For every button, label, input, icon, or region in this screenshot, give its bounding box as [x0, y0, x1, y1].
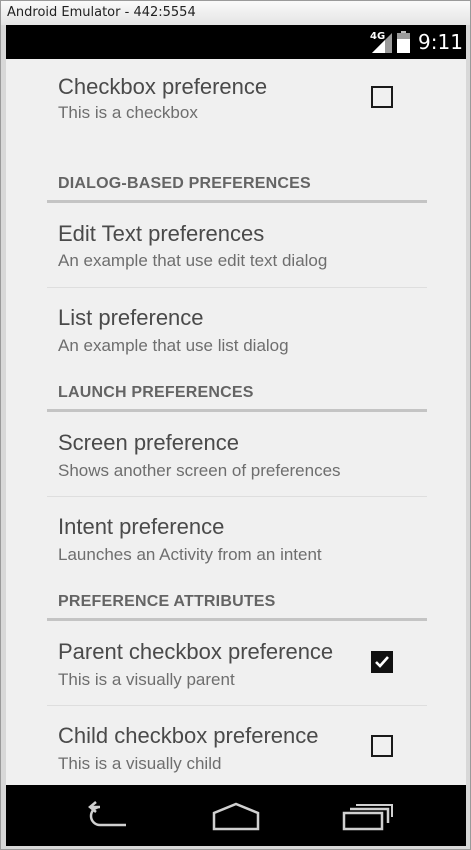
parent-checkbox-preference-title: Parent checkbox preference — [58, 639, 334, 664]
list-preference[interactable]: List preference An example that use list… — [47, 288, 427, 372]
window-title-bar[interactable]: Android Emulator - 442:5554 — [1, 1, 470, 25]
category-launch: LAUNCH PREFERENCES — [58, 384, 254, 401]
navigation-bar — [6, 785, 466, 846]
child-checkbox-preference-summary: This is a visually child — [58, 754, 222, 773]
intent-preference-title: Intent preference — [58, 514, 225, 539]
window-title: Android Emulator - 442:5554 — [7, 5, 196, 20]
status-bar: 4G 9:11 — [6, 25, 466, 59]
category-dialog-based: DIALOG-BASED PREFERENCES — [58, 175, 311, 192]
screen-preference[interactable]: Screen preference Shows another screen o… — [47, 412, 427, 496]
checkbox-preference[interactable]: Checkbox preference This is a checkbox — [47, 59, 427, 149]
home-icon[interactable] — [206, 799, 266, 833]
list-preference-summary: An example that use list dialog — [58, 336, 289, 355]
list-preference-title: List preference — [58, 305, 204, 330]
status-clock: 9:11 — [418, 30, 463, 54]
checkbox-preference-checkbox[interactable] — [371, 86, 393, 108]
parent-checkbox-preference-checkbox[interactable] — [371, 651, 393, 673]
signal-icon — [372, 33, 392, 53]
emulator-window: Android Emulator - 442:5554 4G 9:11 Chec… — [0, 0, 471, 850]
back-icon[interactable] — [78, 799, 138, 833]
parent-checkbox-preference-summary: This is a visually parent — [58, 670, 235, 689]
child-checkbox-preference[interactable]: Child checkbox preference This is a visu… — [47, 706, 427, 785]
edit-text-preference-title: Edit Text preferences — [58, 221, 265, 246]
device-screen: 4G 9:11 Checkbox preference This is a ch… — [6, 25, 466, 846]
screen-preference-title: Screen preference — [58, 430, 239, 455]
battery-icon — [397, 31, 410, 53]
intent-preference[interactable]: Intent preference Launches an Activity f… — [47, 497, 427, 581]
checkbox-preference-summary: This is a checkbox — [58, 103, 198, 122]
check-mark-icon — [375, 656, 389, 668]
category-preference-attributes: PREFERENCE ATTRIBUTES — [58, 593, 276, 610]
checkbox-preference-title: Checkbox preference — [58, 74, 268, 99]
intent-preference-summary: Launches an Activity from an intent — [58, 545, 322, 564]
screen-preference-summary: Shows another screen of preferences — [58, 461, 341, 480]
preferences-list[interactable]: Checkbox preference This is a checkbox D… — [6, 59, 466, 785]
parent-checkbox-preference[interactable]: Parent checkbox preference This is a vis… — [47, 621, 427, 705]
edit-text-preference[interactable]: Edit Text preferences An example that us… — [47, 203, 427, 287]
edit-text-preference-summary: An example that use edit text dialog — [58, 251, 328, 270]
child-checkbox-preference-checkbox[interactable] — [371, 735, 393, 757]
child-checkbox-preference-title: Child checkbox preference — [58, 723, 319, 748]
recent-apps-icon[interactable] — [336, 799, 396, 833]
